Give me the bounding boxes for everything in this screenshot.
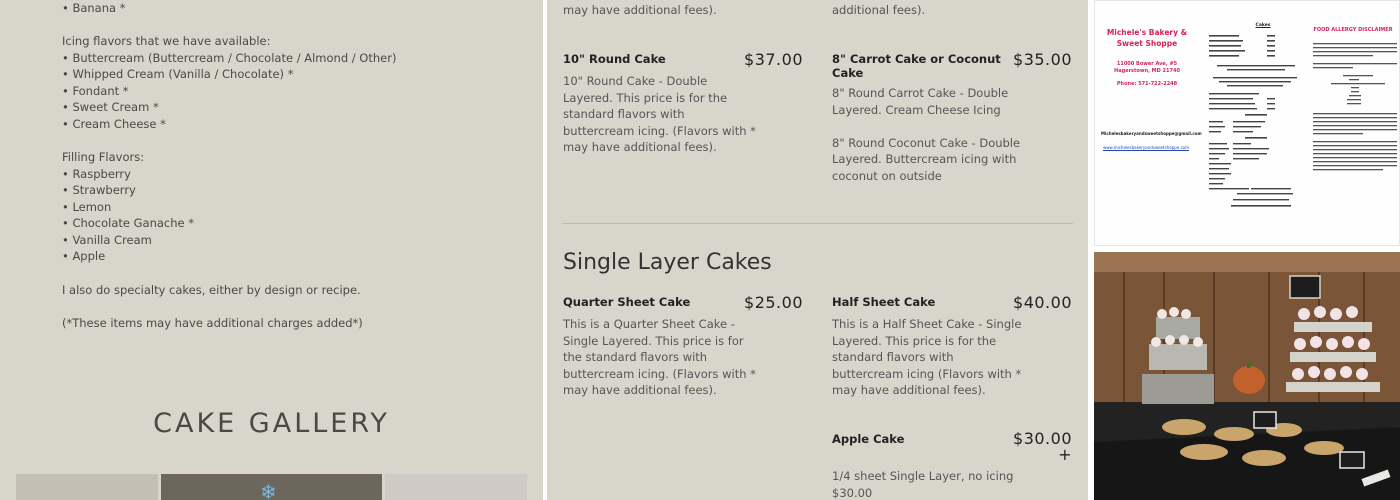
dessert-table-illustration bbox=[1094, 252, 1400, 500]
flyer-phone: Phone: 571-722-2248 bbox=[1116, 81, 1178, 87]
specialty-note: I also do specialty cakes, either by des… bbox=[62, 283, 361, 297]
item-name: 8" Carrot Cake or Coconut Cake bbox=[832, 52, 1001, 80]
flyer-price-list bbox=[1209, 35, 1297, 207]
filling-item: • Raspberry bbox=[62, 167, 131, 181]
item-description: This is a Quarter Sheet Cake - Single La… bbox=[563, 317, 756, 398]
flyer-allergy-text bbox=[1313, 43, 1397, 171]
item-price: $35.00 bbox=[1013, 50, 1072, 69]
flyer-email: Michelesbakeryandsweetshoppe@gmail.com bbox=[1101, 131, 1202, 136]
item-description: 8" Round Carrot Cake - Double Layered. C… bbox=[832, 86, 1021, 183]
filling-item: • Vanilla Cream bbox=[62, 233, 152, 247]
filling-heading: Filling Flavors: bbox=[62, 150, 145, 164]
flyer-address: 11000 Bower Ave, #5 Hagerstown, MD 21740 bbox=[1114, 61, 1180, 74]
item-price: $30.00 + bbox=[1013, 429, 1072, 464]
flyer-shop-name: Michele's Bakery & Sweet Shoppe bbox=[1106, 28, 1188, 48]
item-description: may have additional fees). bbox=[563, 3, 717, 17]
filling-item: • Chocolate Ganache * bbox=[62, 216, 195, 230]
icing-item: • Buttercream (Buttercream / Chocolate /… bbox=[62, 51, 397, 65]
image-column: Michele's Bakery & Sweet Shoppe 11000 Bo… bbox=[1092, 0, 1400, 500]
item-name: Apple Cake bbox=[832, 432, 905, 446]
flyer-cakes-heading: Cakes bbox=[1255, 23, 1271, 28]
charges-note: (*These items may have additional charge… bbox=[62, 316, 363, 330]
cake-menu-panel: may have additional fees). additional fe… bbox=[547, 0, 1088, 500]
item-name: Half Sheet Cake bbox=[832, 295, 936, 309]
filling-item: • Lemon bbox=[62, 200, 112, 214]
item-price: $37.00 bbox=[744, 50, 803, 69]
item-price: $40.00 bbox=[1013, 293, 1072, 312]
icing-item: • Whipped Cream (Vanilla / Chocolate) * bbox=[62, 67, 294, 81]
item-name: 10" Round Cake bbox=[563, 52, 666, 66]
icing-item: • Sweet Cream * bbox=[62, 100, 159, 114]
icing-heading: Icing flavors that we have available: bbox=[62, 34, 271, 48]
filling-item: • Strawberry bbox=[62, 183, 136, 197]
item-description: 1/4 sheet Single Layer, no icing $30.00 bbox=[832, 469, 1014, 500]
snowflake-icon: ❄ bbox=[260, 480, 277, 500]
flyer-website-link[interactable]: www.michelesbakeryandsweetshoppe.com bbox=[1103, 145, 1199, 150]
gallery-thumbnail[interactable] bbox=[16, 474, 158, 500]
item-description: 10" Round Cake - Double Layered. This pr… bbox=[563, 74, 756, 155]
flavor-line: • Banana * bbox=[62, 1, 126, 15]
item-description: This is a Half Sheet Cake - Single Layer… bbox=[832, 317, 1022, 398]
item-price: $25.00 bbox=[744, 293, 803, 312]
gallery-title: CAKE GALLERY bbox=[153, 408, 390, 439]
item-description: additional fees). bbox=[832, 3, 926, 17]
gallery-thumbnail[interactable] bbox=[385, 474, 527, 500]
flyer-allergy-heading: FOOD ALLERGY DISCLAIMER bbox=[1313, 27, 1393, 33]
icing-item: • Fondant * bbox=[62, 84, 129, 98]
filling-item: • Apple bbox=[62, 249, 106, 263]
cake-info-panel: • Banana * Icing flavors that we have av… bbox=[0, 0, 543, 500]
bakery-flyer-image[interactable]: Michele's Bakery & Sweet Shoppe 11000 Bo… bbox=[1094, 0, 1400, 246]
icing-item: • Cream Cheese * bbox=[62, 117, 166, 131]
item-name: Quarter Sheet Cake bbox=[563, 295, 691, 309]
section-divider bbox=[563, 223, 1073, 224]
dessert-table-photo[interactable] bbox=[1094, 252, 1400, 500]
section-title: Single Layer Cakes bbox=[563, 250, 772, 275]
